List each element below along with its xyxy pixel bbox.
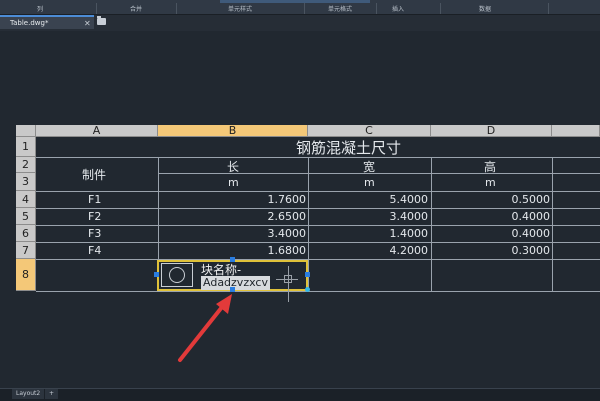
length-cell: 1.6800 bbox=[267, 244, 307, 257]
grid-line bbox=[158, 173, 600, 174]
column-header-b[interactable]: B bbox=[158, 124, 308, 137]
pickbox-cursor bbox=[284, 275, 292, 283]
grid-line bbox=[552, 157, 553, 291]
height-unit: m bbox=[485, 176, 496, 189]
height-cell: 0.4000 bbox=[511, 227, 551, 240]
ribbon-separator bbox=[548, 3, 549, 14]
grid-line bbox=[36, 291, 600, 292]
height-header: 高 bbox=[484, 160, 497, 174]
height-cell: 0.3000 bbox=[511, 244, 551, 257]
ribbon-group-columns[interactable]: 列 bbox=[0, 6, 80, 14]
width-header: 宽 bbox=[363, 160, 376, 174]
width-cell: 3.4000 bbox=[389, 210, 429, 223]
width-unit: m bbox=[364, 176, 375, 189]
grid-line bbox=[431, 157, 432, 291]
column-header-c[interactable]: C bbox=[308, 124, 431, 137]
add-layout-button[interactable]: + bbox=[45, 389, 59, 399]
grip-handle-corner[interactable] bbox=[305, 287, 310, 292]
length-header: 长 bbox=[227, 160, 240, 174]
part-cell: F2 bbox=[88, 210, 102, 223]
row-header-5[interactable]: 5 bbox=[16, 208, 36, 225]
grid-line bbox=[36, 242, 600, 243]
grid-line bbox=[36, 191, 600, 192]
layout-tab-bar bbox=[0, 388, 600, 401]
folder-icon[interactable] bbox=[97, 16, 106, 25]
tab-layout2[interactable]: Layout2 bbox=[12, 389, 45, 399]
red-arrow-annotation bbox=[178, 294, 232, 362]
length-unit: m bbox=[228, 176, 239, 189]
width-cell: 4.2000 bbox=[389, 244, 429, 257]
grid-line bbox=[36, 225, 600, 226]
document-tab-table[interactable]: Table.dwg* ✕ bbox=[0, 15, 94, 29]
row-header-7[interactable]: 7 bbox=[16, 242, 36, 259]
column-header-a[interactable]: A bbox=[36, 124, 158, 137]
column-header-d[interactable]: D bbox=[431, 124, 552, 137]
grip-handle-right[interactable] bbox=[305, 272, 310, 277]
row-header-8[interactable]: 8 bbox=[16, 259, 36, 291]
ribbon-group-data[interactable]: 数据 bbox=[440, 6, 530, 14]
table-corner bbox=[16, 125, 36, 137]
row-header-4[interactable]: 4 bbox=[16, 191, 36, 208]
ribbon-active-indicator bbox=[220, 0, 370, 3]
part-cell: F3 bbox=[88, 227, 102, 240]
part-cell: F1 bbox=[88, 193, 102, 206]
grid-line bbox=[36, 259, 600, 260]
grip-handle-top[interactable] bbox=[230, 257, 235, 262]
height-cell: 0.5000 bbox=[511, 193, 551, 206]
table-title: 钢筋混凝土尺寸 bbox=[296, 139, 402, 157]
ribbon-group-merge[interactable]: 合并 bbox=[96, 6, 176, 14]
block-name-input[interactable]: Adadzvzxcv bbox=[201, 276, 270, 290]
row-header-3[interactable]: 3 bbox=[16, 173, 36, 191]
part-header: 制件 bbox=[82, 168, 107, 182]
ribbon-group-cell-style[interactable]: 单元样式 bbox=[176, 6, 304, 14]
part-cell: F4 bbox=[88, 244, 102, 257]
width-cell: 5.4000 bbox=[389, 193, 429, 206]
document-tab-label: Table.dwg* bbox=[10, 19, 49, 27]
column-header-blank bbox=[552, 125, 600, 137]
ribbon-group-cell-format[interactable]: 单元格式 bbox=[304, 6, 376, 14]
ribbon-group-insert[interactable]: 插入 bbox=[376, 6, 420, 14]
close-icon[interactable]: ✕ bbox=[84, 18, 91, 29]
length-cell: 1.7600 bbox=[267, 193, 307, 206]
crosshair-cursor bbox=[288, 266, 289, 302]
circle-icon bbox=[169, 267, 185, 283]
row-header-6[interactable]: 6 bbox=[16, 225, 36, 242]
row-header-2[interactable]: 2 bbox=[16, 157, 36, 173]
length-cell: 2.6500 bbox=[267, 210, 307, 223]
height-cell: 0.4000 bbox=[511, 210, 551, 223]
row-header-1[interactable]: 1 bbox=[16, 137, 36, 157]
block-preview-icon bbox=[161, 263, 193, 287]
grip-handle-left[interactable] bbox=[154, 272, 159, 277]
width-cell: 1.4000 bbox=[389, 227, 429, 240]
ribbon-panel: 列 合并 单元样式 单元格式 插入 数据 bbox=[0, 0, 600, 15]
grid-line bbox=[308, 157, 309, 291]
length-cell: 3.4000 bbox=[267, 227, 307, 240]
grid-line bbox=[36, 208, 600, 209]
